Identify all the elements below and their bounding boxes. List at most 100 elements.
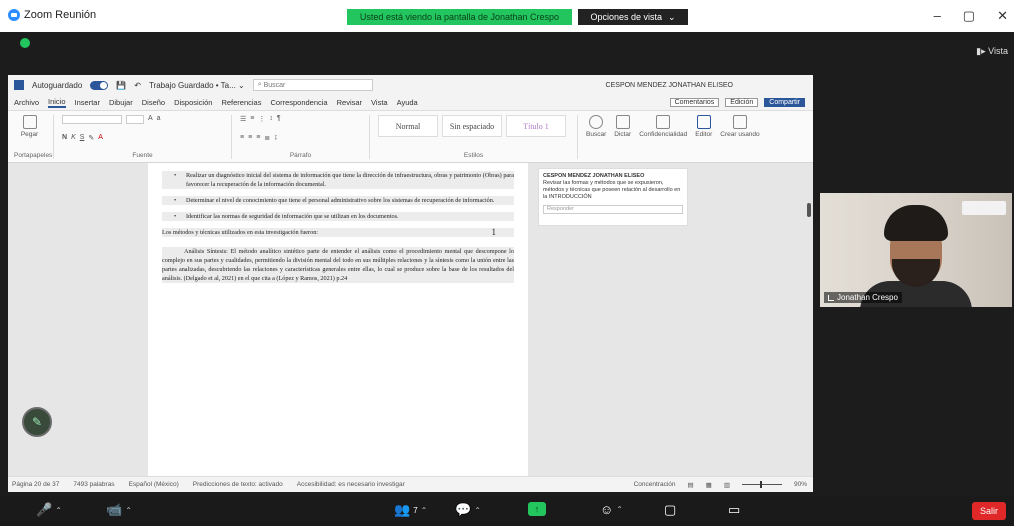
zoom-slider[interactable] bbox=[741, 481, 782, 488]
status-accessibility[interactable]: Accesibilidad: es necesario investigar bbox=[297, 481, 405, 488]
tab-insertar[interactable]: Insertar bbox=[75, 98, 100, 107]
font-color-icon[interactable]: A bbox=[98, 134, 103, 142]
sensitivity-icon bbox=[656, 115, 671, 129]
minimize-button[interactable]: – bbox=[934, 8, 941, 24]
highlight-icon[interactable]: ✎ bbox=[88, 134, 94, 142]
editing-button[interactable]: Edición bbox=[725, 98, 759, 107]
tab-dibujar[interactable]: Dibujar bbox=[109, 98, 133, 107]
align-right-icon[interactable]: ≡ bbox=[256, 134, 260, 142]
word-titlebar: Autoguardado 💾 ↶ Trabajo Guardado • Ta..… bbox=[8, 75, 813, 95]
tab-archivo[interactable]: Archivo bbox=[14, 98, 39, 107]
style-heading-1[interactable]: Título 1 bbox=[506, 115, 566, 137]
list-item: Determinar el nivel de conocimiento que … bbox=[162, 196, 514, 205]
status-focus[interactable]: Concentración bbox=[634, 481, 676, 488]
tab-diseno[interactable]: Diseño bbox=[142, 98, 165, 107]
audio-button[interactable]: 🎤 ⌃ bbox=[36, 502, 62, 518]
share-button[interactable]: Compartir bbox=[764, 98, 805, 107]
style-normal[interactable]: Normal bbox=[378, 115, 438, 137]
comment-reply-input[interactable]: Responder bbox=[543, 205, 683, 214]
font-family-select[interactable] bbox=[62, 115, 122, 124]
font-size-select[interactable] bbox=[126, 115, 144, 124]
status-language[interactable]: Español (México) bbox=[129, 481, 179, 488]
font-group-label: Fuente bbox=[132, 152, 153, 159]
whiteboard-button[interactable]: ▭ bbox=[728, 502, 740, 518]
apps-button[interactable]: ▢ bbox=[664, 502, 676, 518]
chevron-up-icon[interactable]: ⌃ bbox=[421, 506, 428, 515]
video-button[interactable]: 📹 ⌃ bbox=[106, 502, 132, 518]
tab-correspondencia[interactable]: Correspondencia bbox=[270, 98, 327, 107]
meeting-area: ▮▸ Vista Autoguardado 💾 ↶ Trabajo Guarda… bbox=[0, 32, 1014, 496]
find-button[interactable]: Buscar bbox=[586, 115, 606, 138]
status-predictions[interactable]: Predicciones de texto: activado bbox=[193, 481, 283, 488]
bold-icon[interactable]: N bbox=[62, 134, 67, 142]
document-area: Realizar un diagnóstico inicial del sist… bbox=[8, 163, 813, 476]
view-button[interactable]: ▮▸ Vista bbox=[976, 46, 1008, 57]
styles-gallery: Normal Sin espaciado Título 1 bbox=[378, 115, 569, 137]
word-user-name[interactable]: CESPON MENDEZ JONATHAN ELISEO bbox=[606, 82, 733, 89]
participants-button[interactable]: 👥 7 ⌃ bbox=[394, 502, 427, 518]
save-icon[interactable]: 💾 bbox=[116, 81, 126, 90]
shrink-font-icon[interactable]: a bbox=[157, 115, 161, 124]
justify-icon[interactable]: ≣ bbox=[264, 134, 270, 142]
vertical-scrollbar[interactable] bbox=[807, 203, 811, 217]
sort-icon[interactable]: ↕ bbox=[269, 115, 273, 123]
designer-button[interactable]: Crear usando bbox=[720, 115, 760, 138]
read-mode-icon[interactable]: ▤ bbox=[688, 481, 694, 489]
tab-vista[interactable]: Vista bbox=[371, 98, 388, 107]
editor-label: Editor bbox=[695, 131, 713, 138]
tab-ayuda[interactable]: Ayuda bbox=[397, 98, 418, 107]
paragraph-group: ☰ ≡ ⋮ ↕ ¶ ≡ ≡ ≡ ≣ ↨ Párrafo bbox=[240, 115, 370, 159]
grow-font-icon[interactable]: A bbox=[148, 115, 153, 124]
comments-button[interactable]: Comentarios bbox=[669, 98, 720, 107]
print-layout-icon[interactable]: ▦ bbox=[706, 481, 712, 489]
sensitivity-button[interactable]: Confidencialidad bbox=[639, 115, 687, 138]
close-button[interactable]: ✕ bbox=[997, 8, 1008, 24]
undo-icon[interactable]: ↶ bbox=[134, 81, 141, 90]
status-page[interactable]: Página 20 de 37 bbox=[12, 481, 59, 488]
word-search-input[interactable]: ⌕ Buscar bbox=[252, 79, 373, 91]
annotate-pen-button[interactable]: ✎ bbox=[22, 407, 52, 437]
tab-revisar[interactable]: Revisar bbox=[337, 98, 362, 107]
italic-icon[interactable]: K bbox=[71, 134, 76, 142]
analytic-paragraph: Análisis Síntesis: El método analítico s… bbox=[162, 247, 514, 283]
leave-button[interactable]: Salir bbox=[972, 502, 1006, 520]
multilevel-icon[interactable]: ⋮ bbox=[258, 115, 265, 123]
document-page[interactable]: Realizar un diagnóstico inicial del sist… bbox=[148, 163, 528, 476]
chevron-up-icon[interactable]: ⌃ bbox=[125, 506, 132, 515]
comment-card[interactable]: CESPON MENDEZ JONATHAN ELISEO Revisar la… bbox=[538, 168, 688, 226]
zoom-level[interactable]: 90% bbox=[794, 481, 807, 488]
share-screen-button[interactable]: ↑ bbox=[528, 502, 546, 516]
autosave-toggle[interactable] bbox=[90, 80, 109, 90]
chevron-up-icon[interactable]: ⌃ bbox=[616, 505, 623, 514]
participants-count: 7 bbox=[413, 505, 418, 515]
show-marks-icon[interactable]: ¶ bbox=[277, 115, 281, 123]
status-right: Concentración ▤ ▦ ▥ 90% bbox=[634, 481, 813, 489]
tab-disposicion[interactable]: Disposición bbox=[174, 98, 212, 107]
participant-video[interactable]: Jonathan Crespo bbox=[820, 193, 1012, 307]
tab-referencias[interactable]: Referencias bbox=[221, 98, 261, 107]
line-spacing-icon[interactable]: ↨ bbox=[274, 134, 278, 142]
chat-button[interactable]: 💬 ⌃ bbox=[455, 502, 481, 518]
dictate-label: Dictar bbox=[614, 131, 632, 138]
web-layout-icon[interactable]: ▥ bbox=[724, 481, 730, 489]
tab-inicio[interactable]: Inicio bbox=[48, 97, 66, 108]
reactions-button[interactable]: ☺ ⌃ bbox=[600, 502, 623, 517]
align-center-icon[interactable]: ≡ bbox=[248, 134, 252, 142]
style-no-spacing[interactable]: Sin espaciado bbox=[442, 115, 502, 137]
numbering-icon[interactable]: ≡ bbox=[250, 115, 254, 123]
status-words[interactable]: 7493 palabras bbox=[73, 481, 114, 488]
security-shield-icon[interactable] bbox=[20, 38, 30, 48]
underline-icon[interactable]: S bbox=[80, 134, 85, 142]
view-options-button[interactable]: Opciones de vista ⌄ bbox=[578, 9, 688, 25]
bullets-icon[interactable]: ☰ bbox=[240, 115, 246, 123]
objectives-list: Realizar un diagnóstico inicial del sist… bbox=[162, 171, 514, 221]
editor-button[interactable]: Editor bbox=[695, 115, 712, 138]
chevron-up-icon[interactable]: ⌃ bbox=[55, 506, 62, 515]
document-name[interactable]: Trabajo Guardado • Ta... ⌄ bbox=[149, 81, 245, 90]
paste-button[interactable]: Pegar bbox=[14, 115, 45, 138]
participant-name: Jonathan Crespo bbox=[837, 293, 898, 302]
align-left-icon[interactable]: ≡ bbox=[240, 134, 244, 142]
dictate-button[interactable]: Dictar bbox=[614, 115, 631, 138]
maximize-button[interactable]: ▢ bbox=[963, 8, 975, 24]
chevron-up-icon[interactable]: ⌃ bbox=[474, 506, 481, 515]
